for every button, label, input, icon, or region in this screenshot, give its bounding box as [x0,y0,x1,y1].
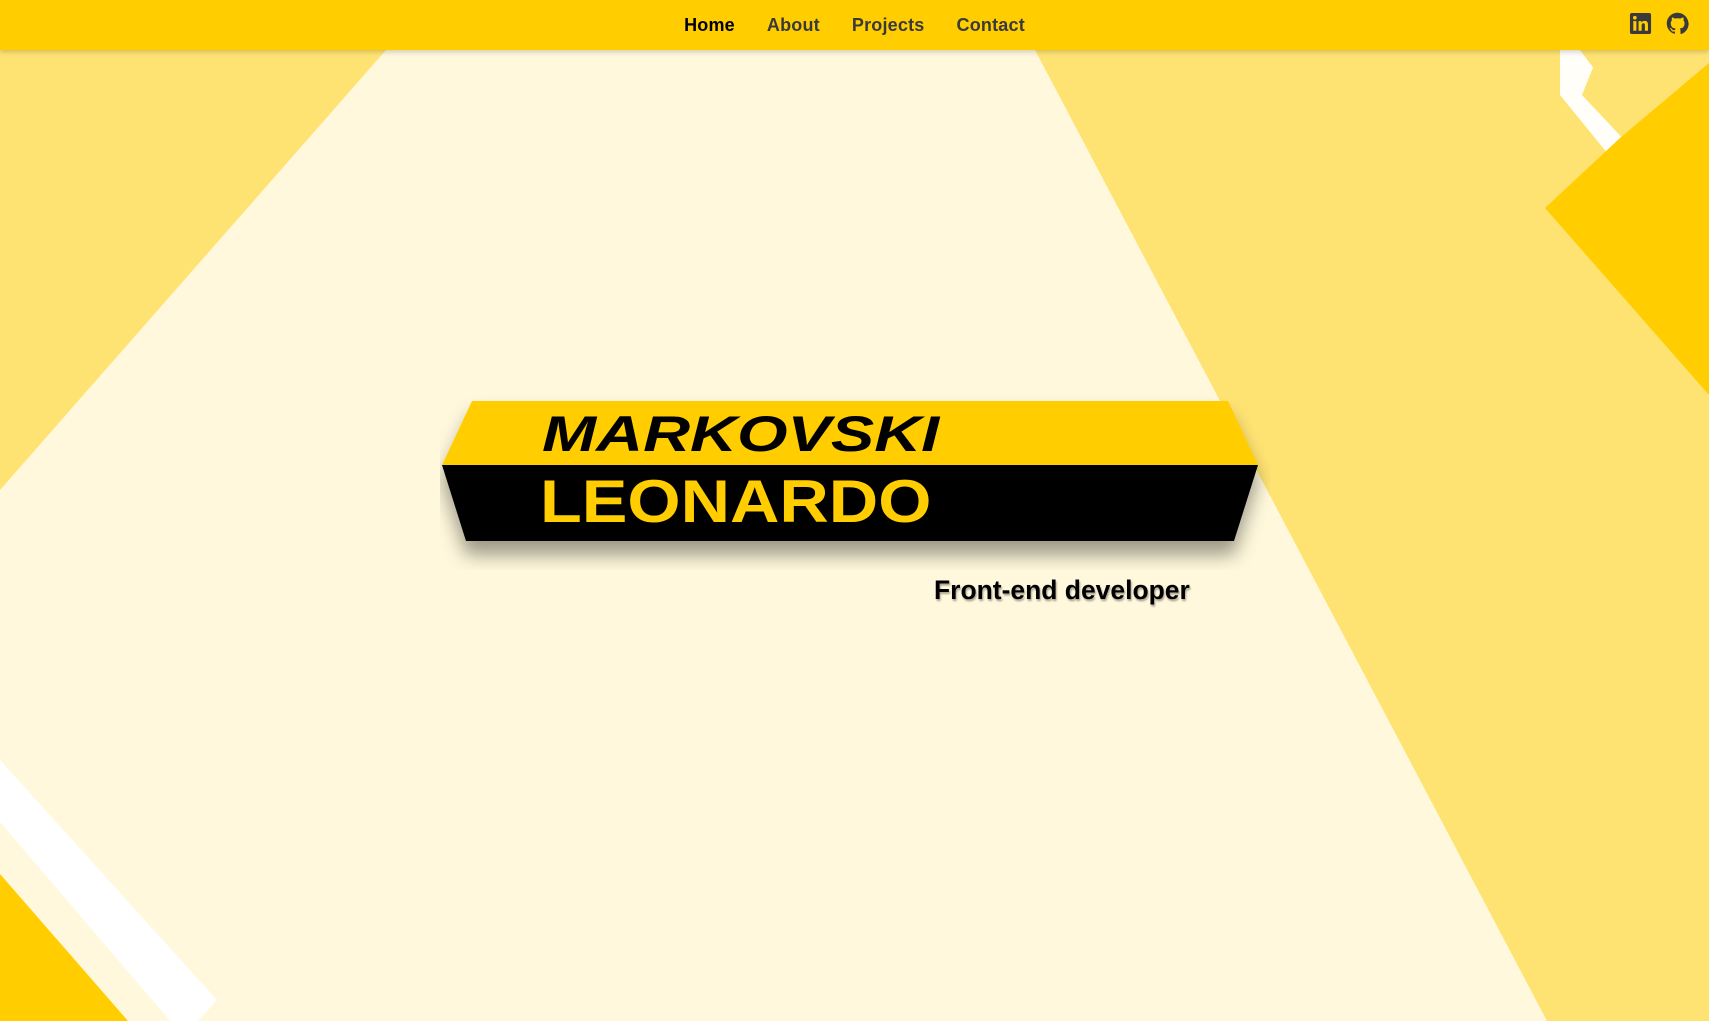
nav-link-projects[interactable]: Projects [852,15,925,36]
github-icon[interactable] [1666,12,1689,35]
linkedin-icon[interactable] [1629,12,1652,35]
nav-link-about[interactable]: About [767,15,820,36]
logo-tagline: Front-end developer [934,575,1190,605]
hero-logo: MARKOVSKI LEONARDO Front-end developer [440,395,1270,625]
social-links [1629,12,1689,35]
logo-first-name: LEONARDO [540,468,932,535]
nav-link-home[interactable]: Home [684,15,735,36]
main-nav: Home About Projects Contact [0,0,1709,50]
logo-surname: MARKOVSKI [542,406,940,462]
left-band [0,50,386,490]
page: Home About Projects Contact MARKOVSKI LE… [0,0,1709,1021]
nav-link-contact[interactable]: Contact [957,15,1025,36]
top-navbar: Home About Projects Contact [0,0,1709,50]
